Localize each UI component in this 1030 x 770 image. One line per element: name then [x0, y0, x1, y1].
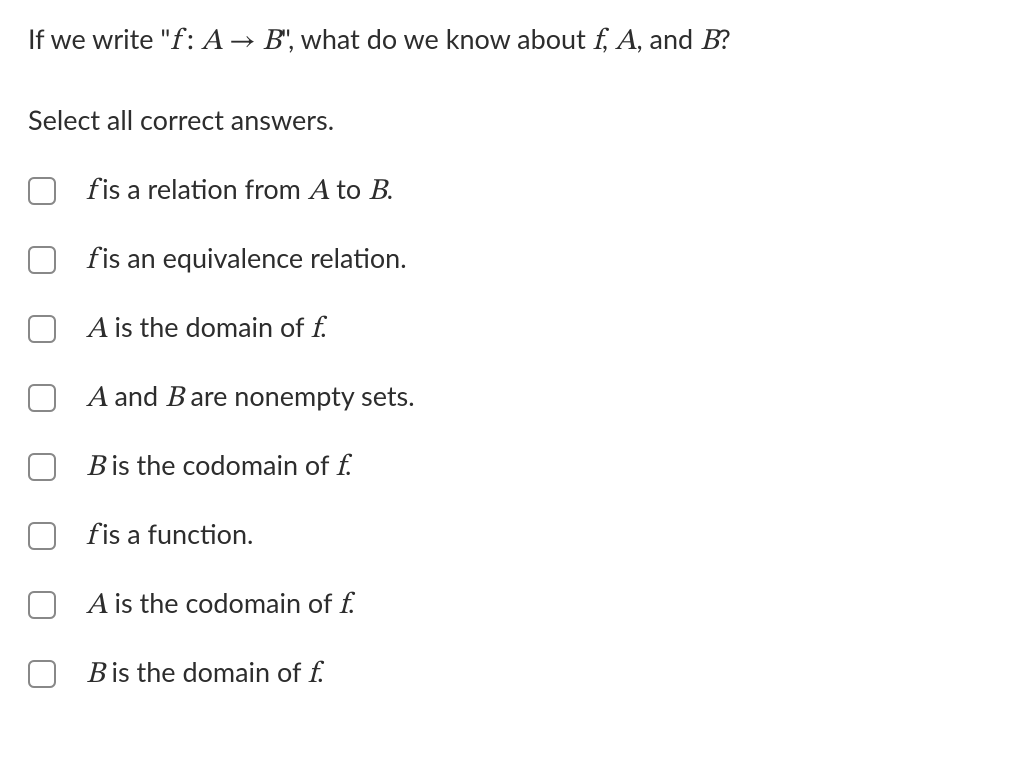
- option-label-1: f is an equivalence relation.: [86, 240, 407, 281]
- option-label-2: A is the domain of f.: [86, 309, 326, 350]
- option-label-math: f: [86, 522, 95, 552]
- option-row-6: A is the codomain of f.: [28, 571, 1002, 640]
- option-row-0: f is a relation from A to B.: [28, 157, 1002, 226]
- question-var-f2: f: [593, 27, 602, 57]
- option-label-0: f is a relation from A to B.: [86, 171, 393, 212]
- option-label-text: is the codomain of: [105, 448, 336, 481]
- option-label-text: and: [108, 379, 165, 412]
- option-row-7: B is the domain of f.: [28, 640, 1002, 709]
- option-label-text: is an equivalence relation.: [95, 241, 406, 274]
- question-suffix: ?: [719, 22, 731, 55]
- option-checkbox-7[interactable]: [28, 660, 56, 688]
- option-label-math: f: [336, 453, 345, 483]
- option-label-text: is the domain of: [108, 310, 311, 343]
- option-row-3: A and B are nonempty sets.: [28, 364, 1002, 433]
- question-mid: ", what do we know about: [281, 22, 593, 55]
- option-label-math: f: [339, 591, 348, 621]
- question-arrow: →: [223, 28, 263, 56]
- option-label-text: is the codomain of: [108, 586, 339, 619]
- option-label-math: A: [86, 384, 108, 414]
- question-var-f: f: [170, 27, 179, 57]
- option-row-4: B is the codomain of f.: [28, 433, 1002, 502]
- question-prefix: If we write ": [28, 22, 170, 55]
- instruction-text: Select all correct answers.: [28, 101, 1002, 139]
- option-checkbox-2[interactable]: [28, 315, 56, 343]
- option-label-text: .: [317, 655, 323, 688]
- option-checkbox-5[interactable]: [28, 522, 56, 550]
- option-label-4: B is the codomain of f.: [86, 447, 351, 488]
- option-label-text: .: [387, 172, 393, 205]
- question-var-a: A: [201, 27, 223, 57]
- option-label-text: are nonempty sets.: [184, 379, 415, 412]
- option-row-5: f is a function.: [28, 502, 1002, 571]
- option-label-text: to: [329, 172, 368, 205]
- option-checkbox-6[interactable]: [28, 591, 56, 619]
- question-var-b: B: [262, 27, 281, 57]
- question-var-b2: B: [700, 27, 719, 57]
- option-row-2: A is the domain of f.: [28, 295, 1002, 364]
- option-label-math: f: [86, 246, 95, 276]
- option-label-math: A: [308, 177, 330, 207]
- option-label-text: is the domain of: [105, 655, 308, 688]
- question-text: If we write "f : A → B", what do we know…: [28, 20, 1002, 63]
- option-checkbox-1[interactable]: [28, 246, 56, 274]
- option-label-text: is a relation from: [95, 172, 308, 205]
- question-comma1: ,: [602, 22, 615, 55]
- option-label-6: A is the codomain of f.: [86, 585, 354, 626]
- option-label-math: f: [86, 177, 95, 207]
- option-label-text: .: [348, 586, 354, 619]
- option-checkbox-4[interactable]: [28, 453, 56, 481]
- option-row-1: f is an equivalence relation.: [28, 226, 1002, 295]
- option-checkbox-3[interactable]: [28, 384, 56, 412]
- option-label-text: is a function.: [95, 517, 253, 550]
- option-label-math: A: [86, 591, 108, 621]
- option-label-math: f: [308, 660, 317, 690]
- option-label-7: B is the domain of f.: [86, 654, 323, 695]
- question-colon: :: [180, 27, 201, 57]
- option-checkbox-0[interactable]: [28, 177, 56, 205]
- option-label-text: .: [345, 448, 351, 481]
- option-label-math: B: [86, 453, 105, 483]
- option-label-math: B: [86, 660, 105, 690]
- option-label-5: f is a function.: [86, 516, 253, 557]
- option-label-math: f: [311, 315, 320, 345]
- question-var-a2: A: [615, 27, 637, 57]
- options-group: f is a relation from A to B.f is an equi…: [28, 157, 1002, 709]
- question-comma2: , and: [637, 22, 701, 55]
- option-label-math: B: [165, 384, 184, 414]
- option-label-3: A and B are nonempty sets.: [86, 378, 415, 419]
- option-label-math: B: [368, 177, 387, 207]
- option-label-text: .: [320, 310, 326, 343]
- option-label-math: A: [86, 315, 108, 345]
